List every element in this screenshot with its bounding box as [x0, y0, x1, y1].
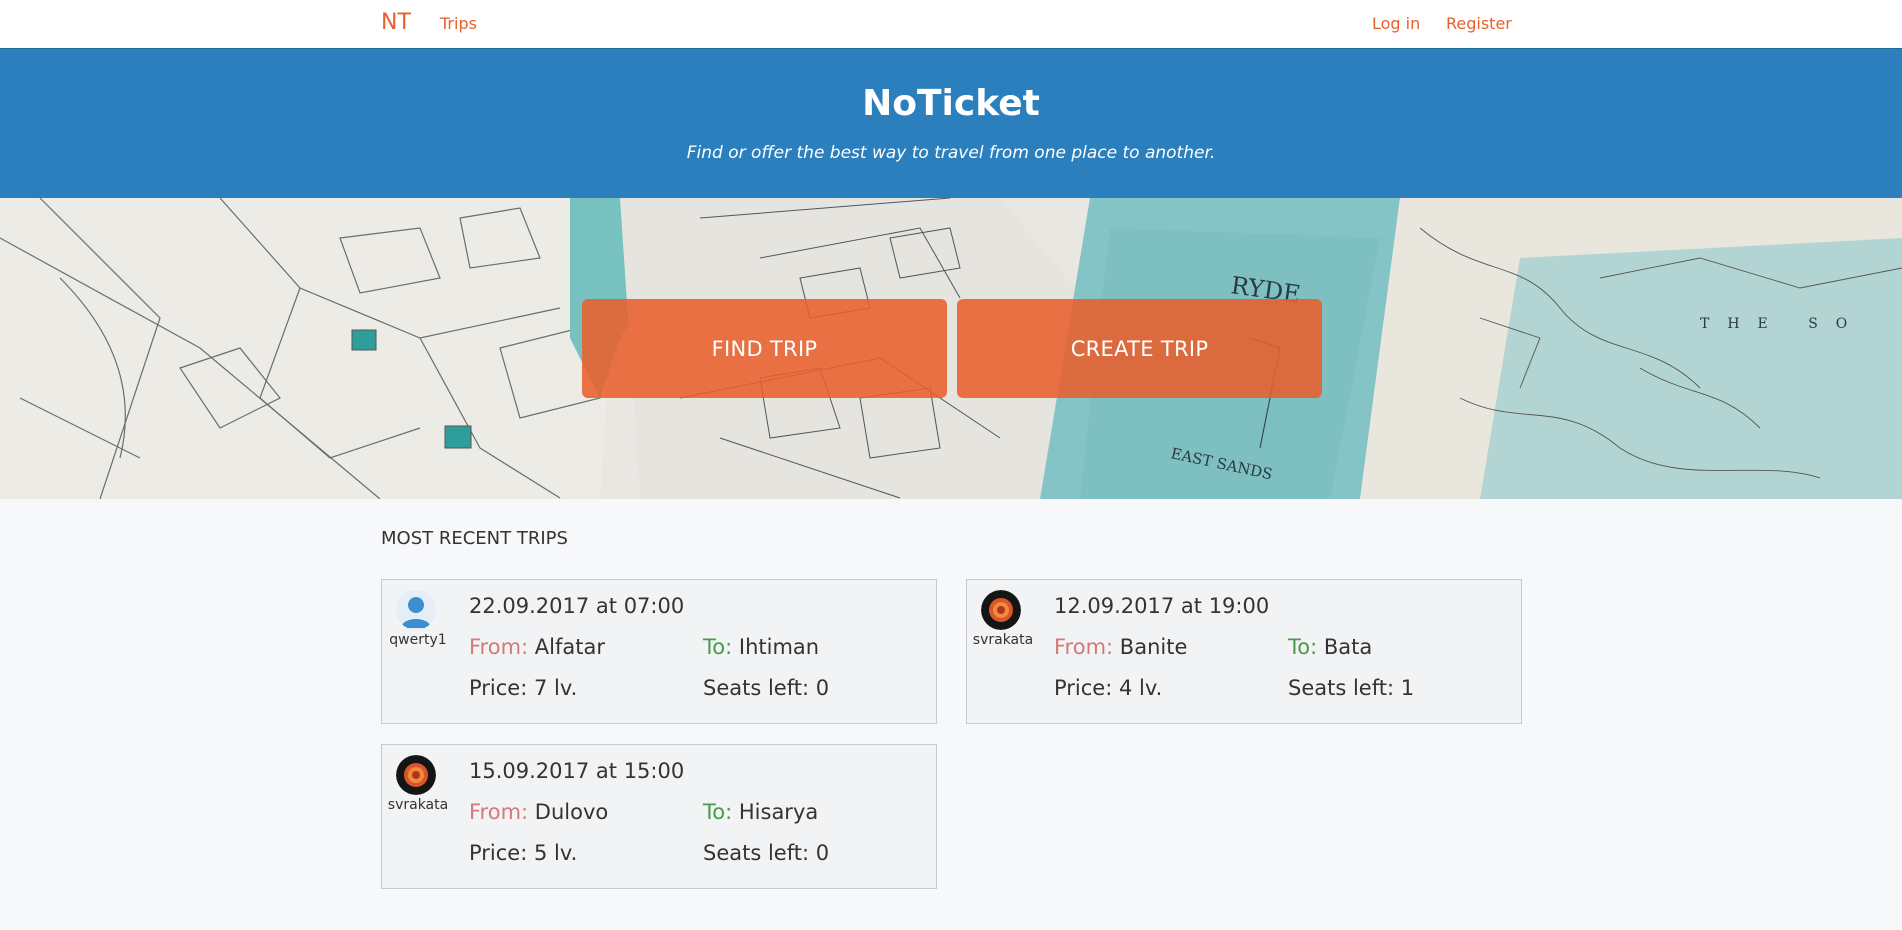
from-value: Banite: [1119, 635, 1188, 659]
to-value: Hisarya: [738, 800, 819, 824]
trip-price: Price: 4 lv.: [1054, 676, 1163, 700]
trip-username[interactable]: qwerty1: [382, 632, 454, 648]
nav-trips-link[interactable]: Trips: [440, 14, 477, 33]
svg-text:THE SO: THE SO: [1700, 316, 1865, 332]
trip-date: 15.09.2017 at 15:00: [469, 759, 685, 783]
from-label: From:: [469, 800, 529, 824]
fireball-icon: [981, 590, 1021, 630]
default-user-icon[interactable]: [396, 590, 436, 630]
trip-to: To: Hisarya: [703, 800, 818, 824]
map-background: RYDE EAST SANDS THE SO FIND TRIP CREATE …: [0, 198, 1902, 499]
trip-date: 12.09.2017 at 19:00: [1054, 594, 1270, 618]
from-value: Alfatar: [534, 635, 605, 659]
trip-seats: Seats left: 1: [1288, 676, 1415, 700]
trip-card[interactable]: svrakata 15.09.2017 at 15:00 From: Dulov…: [381, 744, 937, 889]
trip-to: To: Ihtiman: [703, 635, 819, 659]
from-value: Dulovo: [534, 800, 609, 824]
trip-price: Price: 7 lv.: [469, 676, 578, 700]
trip-card[interactable]: svrakata 12.09.2017 at 19:00 From: Banit…: [966, 579, 1522, 724]
trip-date: 22.09.2017 at 07:00: [469, 594, 685, 618]
navbar: NT Trips Log in Register: [0, 0, 1902, 49]
nav-register-link[interactable]: Register: [1446, 14, 1512, 33]
recent-trips-heading: MOST RECENT TRIPS: [381, 528, 568, 549]
trip-from: From: Banite: [1054, 635, 1187, 659]
map-illustration: RYDE EAST SANDS THE SO: [0, 198, 1902, 499]
to-label: To:: [703, 635, 733, 659]
to-value: Bata: [1323, 635, 1373, 659]
fireball-avatar-icon[interactable]: [396, 755, 436, 795]
to-label: To:: [1288, 635, 1318, 659]
trip-seats: Seats left: 0: [703, 841, 830, 865]
create-trip-button[interactable]: CREATE TRIP: [957, 299, 1322, 398]
from-label: From:: [1054, 635, 1114, 659]
find-trip-button[interactable]: FIND TRIP: [582, 299, 947, 398]
trip-card[interactable]: qwerty1 22.09.2017 at 07:00 From: Alfata…: [381, 579, 937, 724]
to-value: Ihtiman: [738, 635, 820, 659]
to-label: To:: [703, 800, 733, 824]
user-silhouette-icon: [396, 590, 436, 630]
brand-logo[interactable]: NT: [381, 10, 411, 35]
trip-username[interactable]: svrakata: [967, 632, 1039, 648]
page-title: NoTicket: [862, 83, 1040, 124]
nav-login-link[interactable]: Log in: [1372, 14, 1420, 33]
fireball-icon: [396, 755, 436, 795]
hero-banner: NoTicket Find or offer the best way to t…: [0, 49, 1902, 198]
trip-to: To: Bata: [1288, 635, 1372, 659]
trip-seats: Seats left: 0: [703, 676, 830, 700]
trip-from: From: Alfatar: [469, 635, 605, 659]
trip-username[interactable]: svrakata: [382, 797, 454, 813]
fireball-avatar-icon[interactable]: [981, 590, 1021, 630]
from-label: From:: [469, 635, 529, 659]
trip-from: From: Dulovo: [469, 800, 608, 824]
trip-price: Price: 5 lv.: [469, 841, 578, 865]
page-subtitle: Find or offer the best way to travel fro…: [686, 143, 1216, 163]
